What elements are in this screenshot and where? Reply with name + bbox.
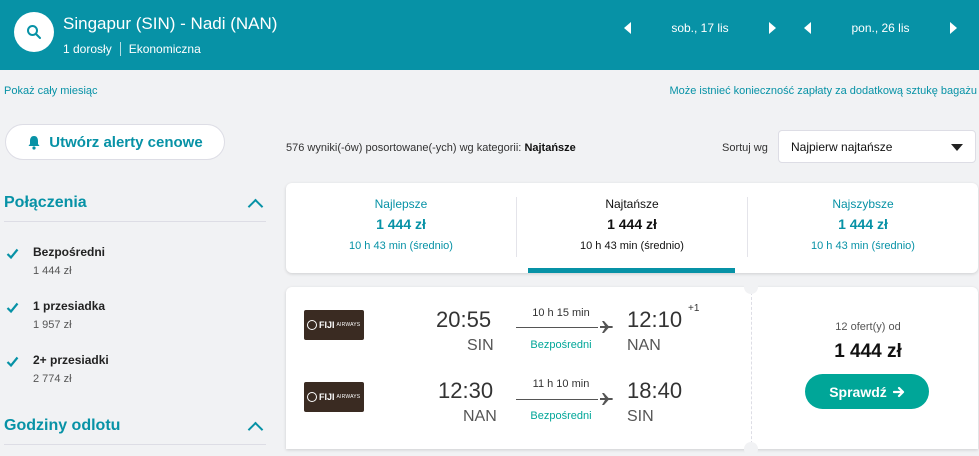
- depart-date[interactable]: sob., 17 lis: [631, 21, 769, 35]
- option-two-plus-stops-price: 2 774 zł: [33, 373, 72, 385]
- depart-date-picker: sob., 17 lis: [624, 18, 776, 38]
- caret-down-icon: [951, 144, 963, 151]
- ticket-notch: [744, 442, 758, 456]
- passengers-count: 1 dorosły: [63, 42, 112, 56]
- arrival-airport: NAN: [627, 337, 661, 354]
- divider: [119, 42, 121, 56]
- results-count: 576 wyniki(-ów) posortowane(-ych) wg kat…: [286, 142, 576, 154]
- fiji-logo-icon: [307, 392, 317, 402]
- option-direct-label[interactable]: Bezpośredni: [33, 245, 105, 259]
- ticket-notch: [744, 280, 758, 294]
- prev-depart-date-icon[interactable]: [624, 22, 631, 34]
- tab-cheapest[interactable]: Najtańsze 1 444 zł 10 h 43 min (średnio): [517, 183, 747, 273]
- sort-tabs: Najlepsze 1 444 zł 10 h 43 min (średnio)…: [286, 183, 978, 273]
- return-date-picker: pon., 26 lis: [804, 18, 957, 38]
- option-two-plus-stops-label[interactable]: 2+ przesiadki: [33, 353, 109, 367]
- day-offset: +1: [688, 303, 700, 314]
- next-depart-date-icon[interactable]: [769, 22, 776, 34]
- chevron-up-icon[interactable]: [247, 198, 264, 215]
- tab-best-name: Najlepsze: [374, 197, 428, 211]
- checkbox-one-stop[interactable]: [6, 301, 19, 314]
- airline-name-suffix: AIRWAYS: [336, 322, 361, 328]
- tab-cheapest-price: 1 444 zł: [607, 216, 657, 232]
- stops-info: Bezpośredni: [530, 339, 592, 351]
- bell-icon: [28, 135, 40, 150]
- active-tab-indicator: [528, 268, 735, 273]
- tab-best[interactable]: Najlepsze 1 444 zł 10 h 43 min (średnio): [286, 183, 516, 273]
- airline-logo: FIJI AIRWAYS: [304, 382, 364, 412]
- departure-times-title[interactable]: Godziny odlotu: [4, 417, 120, 435]
- fiji-logo-icon: [307, 320, 317, 330]
- airline-logo: FIJI AIRWAYS: [304, 310, 364, 340]
- arrival-time: 12:10: [627, 307, 683, 332]
- check-deal-button[interactable]: Sprawdź: [805, 374, 929, 409]
- whole-month-link[interactable]: Pokaż cały miesiąc: [4, 85, 98, 97]
- return-date[interactable]: pon., 26 lis: [811, 21, 950, 35]
- result-price: 1 444 zł: [834, 341, 902, 362]
- tab-fastest-name: Najszybsze: [832, 197, 894, 211]
- arrival-airport: SIN: [627, 408, 654, 425]
- airline-name: FIJI: [319, 320, 335, 330]
- price-alert-label: Utwórz alerty cenowe: [49, 133, 203, 151]
- departure-time: 12:30: [438, 378, 494, 403]
- baggage-note-link[interactable]: Może istnieć konieczność zapłaty za doda…: [669, 85, 977, 97]
- checkbox-direct[interactable]: [6, 247, 19, 260]
- plane-icon: [600, 321, 613, 333]
- tab-fastest-price: 1 444 zł: [838, 216, 888, 232]
- arrow-right-icon: [892, 386, 904, 397]
- tab-cheapest-name: Najtańsze: [605, 197, 659, 211]
- sort-select-value: Najpierw najtańsze: [791, 139, 893, 154]
- arrival-time: 18:40: [627, 378, 683, 403]
- departure-airport: NAN: [463, 408, 497, 425]
- option-direct-price: 1 444 zł: [33, 265, 72, 277]
- tab-fastest-duration: 10 h 43 min (średnio): [811, 240, 915, 252]
- airline-name-suffix: AIRWAYS: [336, 394, 361, 400]
- chevron-up-icon[interactable]: [247, 421, 264, 438]
- offers-count: 12 ofert(y) od: [835, 321, 901, 333]
- departure-time: 20:55: [436, 307, 492, 332]
- airline-name: FIJI: [319, 392, 335, 402]
- results-sort-category: Najtańsze: [524, 142, 576, 154]
- checkbox-two-plus-stops[interactable]: [6, 355, 19, 368]
- prev-return-date-icon[interactable]: [804, 22, 811, 34]
- search-icon: [27, 25, 41, 39]
- sort-label: Sortuj wg: [722, 142, 768, 154]
- departure-airport: SIN: [467, 337, 494, 354]
- option-one-stop-price: 1 957 zł: [33, 319, 72, 331]
- tab-fastest[interactable]: Najszybsze 1 444 zł 10 h 43 min (średnio…: [748, 183, 978, 273]
- sort-select[interactable]: Najpierw najtańsze: [778, 130, 976, 163]
- route-line: [516, 399, 598, 400]
- check-deal-label: Sprawdź: [829, 383, 887, 400]
- divider: [4, 444, 266, 445]
- stops-info: Bezpośredni: [530, 410, 592, 422]
- next-return-date-icon[interactable]: [950, 22, 957, 34]
- plane-icon: [600, 393, 613, 405]
- flight-duration: 10 h 15 min: [532, 307, 590, 319]
- tab-best-duration: 10 h 43 min (średnio): [349, 240, 453, 252]
- price-alert-button[interactable]: Utwórz alerty cenowe: [5, 124, 225, 160]
- results-count-text: 576 wyniki(-ów) posortowane(-ych) wg kat…: [286, 142, 525, 154]
- edit-search-button[interactable]: [14, 12, 54, 52]
- route-title[interactable]: Singapur (SIN) - Nadi (NAN): [63, 14, 277, 34]
- route-line: [516, 327, 598, 328]
- trip-details[interactable]: 1 dorosły Ekonomiczna: [63, 42, 201, 56]
- flight-duration: 11 h 10 min: [532, 378, 590, 390]
- connections-title[interactable]: Połączenia: [4, 194, 87, 212]
- tab-best-price: 1 444 zł: [376, 216, 426, 232]
- divider: [4, 221, 266, 222]
- option-one-stop-label[interactable]: 1 przesiadka: [33, 299, 105, 313]
- tab-cheapest-duration: 10 h 43 min (średnio): [580, 240, 684, 252]
- divider: [751, 287, 752, 449]
- cabin-class: Ekonomiczna: [128, 42, 201, 56]
